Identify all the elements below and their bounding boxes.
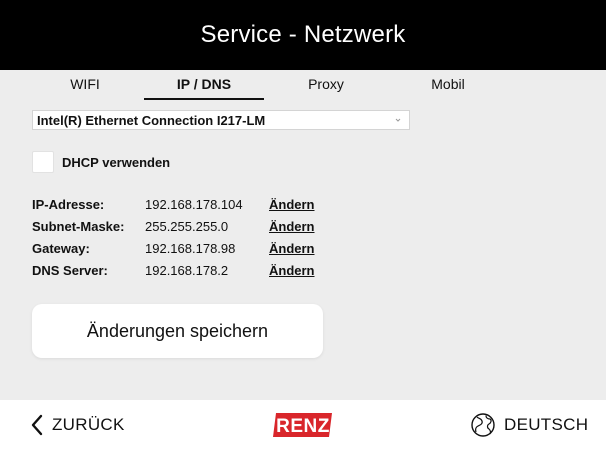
save-changes-button[interactable]: Änderungen speichern bbox=[32, 304, 323, 358]
tab-proxy[interactable]: Proxy bbox=[296, 76, 356, 98]
footer-bar: ZURÜCK RENZ DEUTSCH bbox=[0, 400, 606, 451]
gateway-value: 192.168.178.98 bbox=[145, 241, 236, 256]
chevron-down-icon bbox=[395, 118, 401, 122]
network-adapter-select[interactable]: Intel(R) Ethernet Connection I217-LM bbox=[32, 110, 410, 130]
ip-address-value: 192.168.178.104 bbox=[145, 197, 243, 212]
renz-logo: RENZ bbox=[273, 411, 335, 439]
change-gateway-link[interactable]: Ändern bbox=[269, 241, 315, 256]
dns-server-value: 192.168.178.2 bbox=[145, 263, 229, 278]
change-ip-address-link[interactable]: Ändern bbox=[269, 197, 315, 212]
back-button[interactable]: ZURÜCK bbox=[30, 412, 125, 438]
tab-ip-dns[interactable]: IP / DNS bbox=[144, 76, 264, 100]
page-title: Service - Netzwerk bbox=[200, 21, 406, 48]
subnet-mask-label: Subnet-Maske: bbox=[32, 219, 125, 234]
change-subnet-mask-link[interactable]: Ändern bbox=[269, 219, 315, 234]
active-tab-indicator bbox=[144, 98, 264, 100]
page-header: Service - Netzwerk bbox=[0, 0, 606, 70]
svg-text:RENZ: RENZ bbox=[276, 416, 330, 437]
ip-address-label: IP-Adresse: bbox=[32, 197, 105, 212]
change-dns-server-link[interactable]: Ändern bbox=[269, 263, 315, 278]
gateway-label: Gateway: bbox=[32, 241, 90, 256]
dhcp-label: DHCP verwenden bbox=[62, 154, 171, 170]
tab-label: Mobil bbox=[431, 76, 465, 92]
globe-icon bbox=[471, 413, 495, 437]
tab-mobil[interactable]: Mobil bbox=[420, 76, 476, 98]
tab-label: IP / DNS bbox=[176, 76, 232, 92]
language-button[interactable]: DEUTSCH bbox=[470, 412, 588, 438]
tab-label: Proxy bbox=[308, 76, 344, 92]
chevron-left-icon bbox=[31, 414, 43, 436]
back-label: ZURÜCK bbox=[52, 415, 125, 434]
tab-wifi[interactable]: WIFI bbox=[60, 76, 110, 98]
dhcp-toggle[interactable]: DHCP verwenden bbox=[32, 151, 170, 173]
tab-bar: WIFI IP / DNS Proxy Mobil bbox=[0, 70, 606, 100]
tab-label: WIFI bbox=[70, 76, 100, 92]
network-adapter-value: Intel(R) Ethernet Connection I217-LM bbox=[37, 112, 266, 128]
main-content: WIFI IP / DNS Proxy Mobil Intel(R) Ether… bbox=[0, 70, 606, 400]
save-changes-label: Änderungen speichern bbox=[86, 320, 269, 341]
dns-server-label: DNS Server: bbox=[32, 263, 108, 278]
dhcp-checkbox[interactable] bbox=[32, 151, 54, 173]
language-label: DEUTSCH bbox=[504, 415, 589, 434]
renz-logo-mark: RENZ bbox=[273, 413, 332, 437]
subnet-mask-value: 255.255.255.0 bbox=[145, 219, 229, 234]
